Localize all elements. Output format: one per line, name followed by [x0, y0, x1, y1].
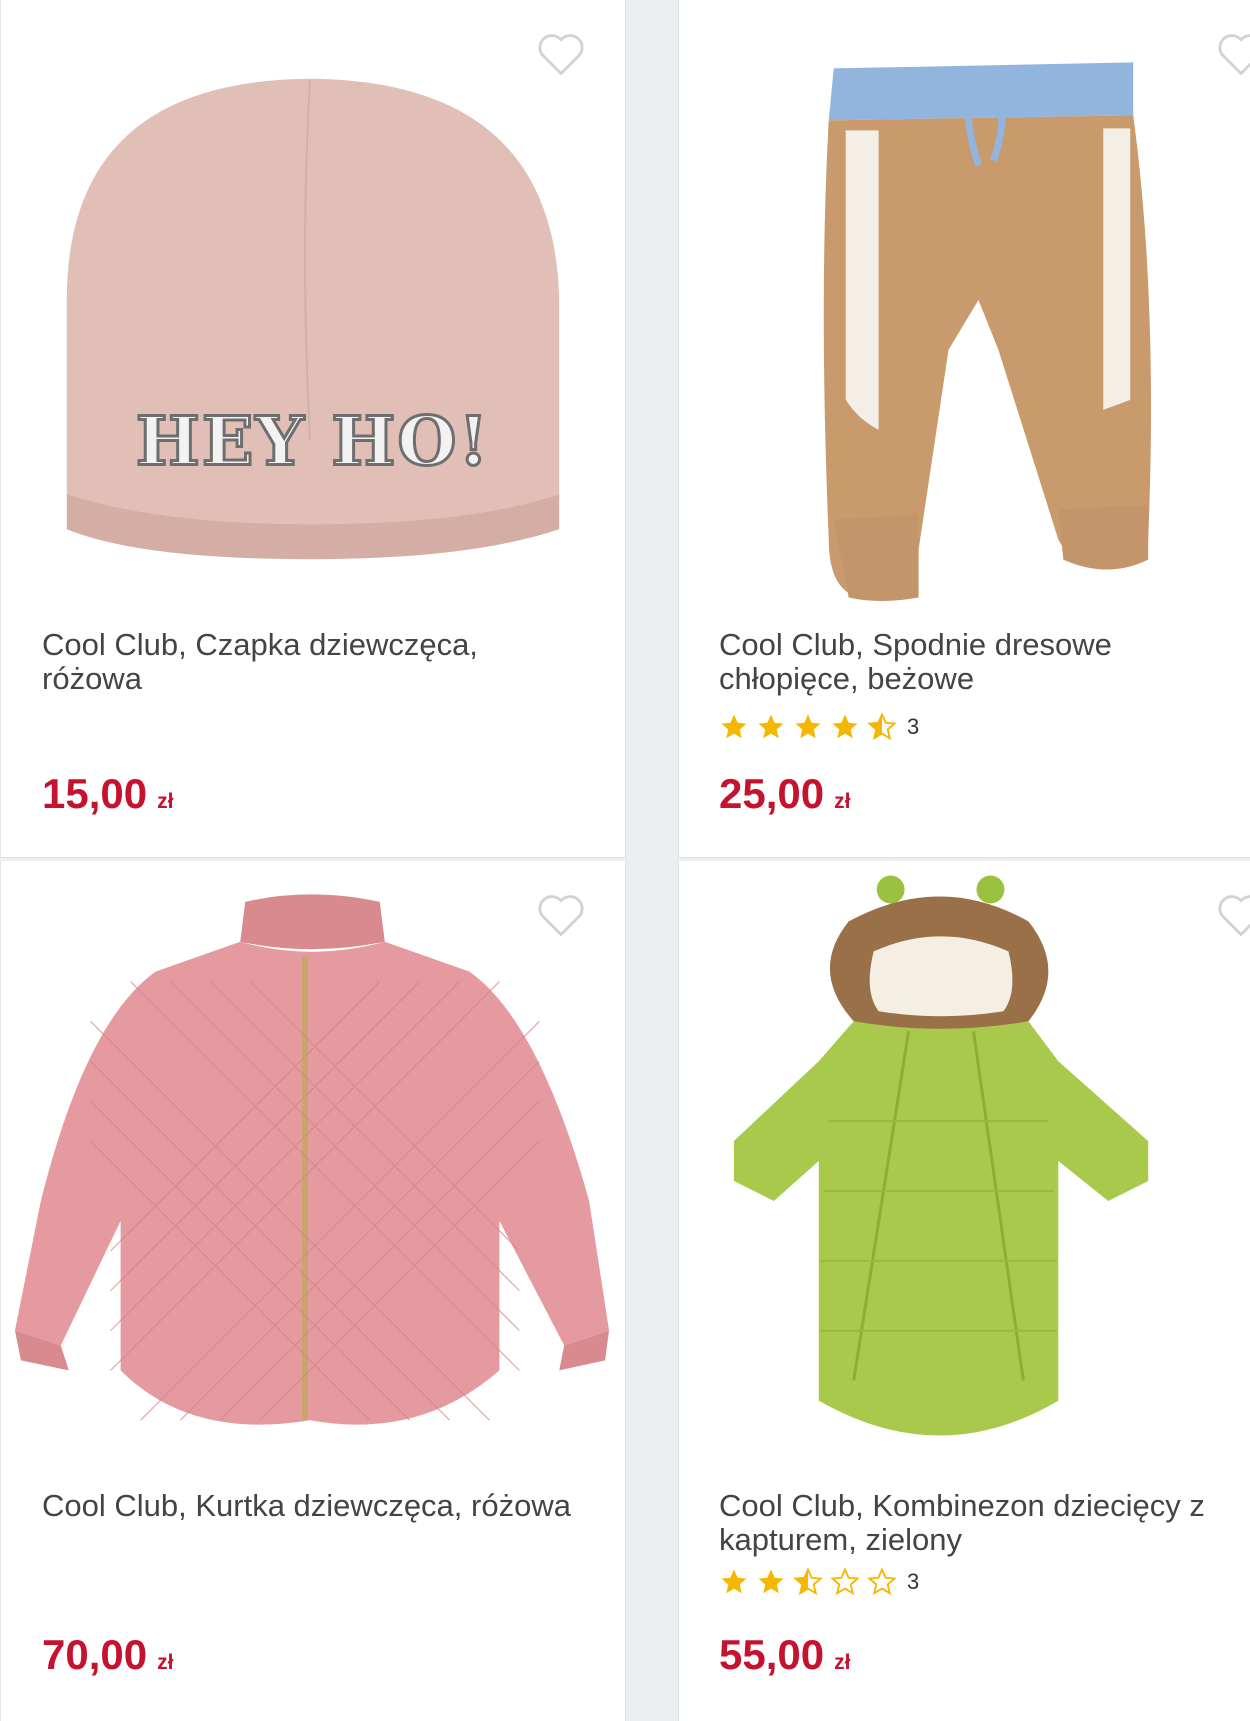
star-icon: [721, 714, 747, 739]
star-icon: [832, 714, 858, 739]
price-currency: zł: [834, 1651, 851, 1674]
product-title[interactable]: Cool Club, Czapka dziewczęca, różowa: [42, 628, 582, 696]
product-title[interactable]: Cool Club, Spodnie dresowe chłopięce, be…: [719, 628, 1249, 696]
star-icon: [758, 714, 784, 739]
price-value: 15,00: [42, 770, 148, 817]
price: 70,00 zł: [42, 1631, 173, 1679]
product-image[interactable]: HEY HO!: [1, 0, 625, 620]
star-icon: [721, 1569, 747, 1594]
heart-outline-icon[interactable]: [1215, 30, 1250, 78]
product-image[interactable]: [679, 861, 1250, 1481]
price: 55,00 zł: [719, 1631, 850, 1679]
star-empty-icon: [867, 1567, 897, 1596]
product-title[interactable]: Cool Club, Kurtka dziewczęca, różowa: [42, 1489, 582, 1523]
product-card[interactable]: Cool Club, Spodnie dresowe chłopięce, be…: [678, 0, 1250, 858]
price-value: 25,00: [719, 770, 825, 817]
price-currency: zł: [157, 1651, 174, 1674]
price-value: 55,00: [719, 1631, 825, 1678]
product-card[interactable]: Cool Club, Kombinezon dziecięcy z kaptur…: [678, 861, 1250, 1721]
price: 15,00 zł: [42, 770, 173, 818]
price: 25,00 zł: [719, 770, 850, 818]
rating-count: 3: [907, 1569, 920, 1594]
heart-outline-icon[interactable]: [1215, 891, 1250, 939]
rating: 3: [719, 712, 919, 742]
price-currency: zł: [834, 790, 851, 813]
product-card[interactable]: Cool Club, Kurtka dziewczęca, różowa 70,…: [0, 861, 626, 1721]
price-value: 70,00: [42, 1631, 148, 1678]
star-half-icon: [793, 1567, 823, 1596]
star-empty-icon: [830, 1567, 860, 1596]
product-image[interactable]: [679, 0, 1250, 620]
rating-count: 3: [907, 714, 920, 739]
star-icon: [758, 1569, 784, 1594]
product-image[interactable]: [1, 861, 625, 1481]
heart-outline-icon[interactable]: [535, 891, 587, 939]
star-half-icon: [867, 712, 897, 741]
product-card[interactable]: HEY HO! Cool Club, Czapka dziewczęca, ró…: [0, 0, 626, 858]
star-icon: [795, 714, 821, 739]
product-grid: HEY HO! Cool Club, Czapka dziewczęca, ró…: [0, 0, 1250, 1721]
price-currency: zł: [157, 790, 174, 813]
rating: 3: [719, 1567, 919, 1597]
heart-outline-icon[interactable]: [535, 30, 587, 78]
beanie-print: HEY HO!: [136, 401, 490, 481]
product-title[interactable]: Cool Club, Kombinezon dziecięcy z kaptur…: [719, 1489, 1249, 1557]
